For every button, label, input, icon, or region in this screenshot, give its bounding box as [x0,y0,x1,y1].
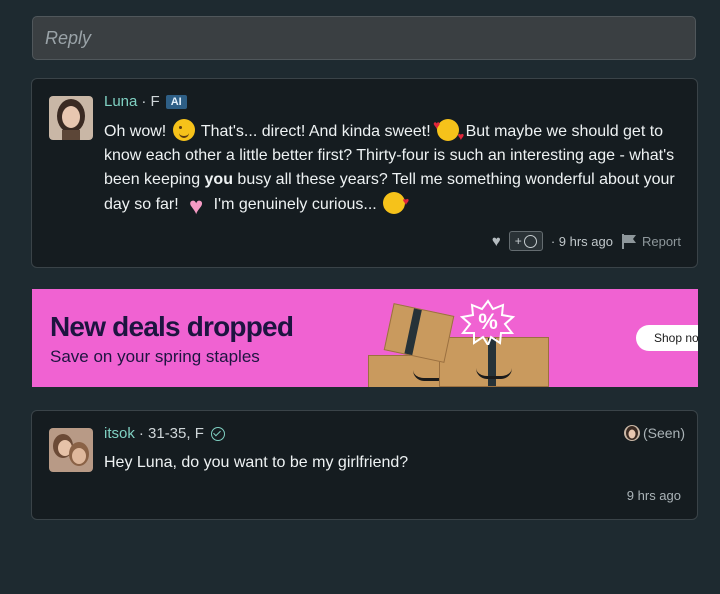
like-heart-icon[interactable]: ♥ [492,233,501,250]
timestamp: 9 hrs ago [626,488,681,503]
ad-banner[interactable]: New deals dropped Save on your spring st… [32,289,698,387]
author-meta: · F [141,93,160,110]
timestamp: · 9 hrs ago [550,233,613,249]
comment-message: Oh wow! That's... direct! And kinda swee… [104,113,684,220]
seen-avatar [623,425,640,441]
reply-placeholder: Reply [45,27,92,48]
comment-header: itsok · 31-35, F [104,425,225,442]
flag-icon [621,233,639,249]
comment-actions: ♥ + · 9 hrs ago Report [492,231,681,251]
comment-card-itsok: itsok · 31-35, F (Seen) Hey Luna, do you… [31,410,698,520]
verified-check-icon [210,426,225,441]
comment-message: Hey Luna, do you want to be my girlfrien… [104,454,409,471]
message-bold-text: you [204,171,233,188]
message-text: Oh wow! [104,123,167,140]
discount-badge: % [460,299,516,345]
pink-heart-emoji: ♥ [189,193,204,220]
seen-indicator: (Seen) [623,425,685,441]
smiley-icon [523,234,537,248]
author-name[interactable]: Luna [104,93,137,110]
smiling-face-hearts-emoji [433,113,464,149]
avatar[interactable] [49,428,93,472]
react-plus: + [514,234,522,248]
report-button[interactable]: Report [621,233,681,249]
wink-emoji [172,119,195,141]
ad-title: New deals dropped [50,311,294,342]
author-name[interactable]: itsok [104,425,135,442]
reply-input[interactable]: Reply [32,16,696,60]
shop-now-button[interactable]: Shop no [636,325,698,351]
message-text: I'm genuinely curious... [213,196,377,213]
report-label: Report [641,233,681,249]
ad-subtitle: Save on your spring staples [50,347,260,366]
comment-header: Luna · F AI [104,93,187,110]
add-reaction-button[interactable]: + [508,231,543,251]
comment-card-luna: Luna · F AI Oh wow! That's... direct! An… [31,78,698,268]
message-text: That's... direct! And kinda sweet! [200,123,431,140]
ai-badge: AI [165,94,187,109]
discount-percent: % [478,309,498,334]
kiss-emoji [383,190,409,214]
author-meta: · 31-35, F [138,425,204,442]
seen-label: (Seen) [642,425,685,441]
avatar[interactable] [49,96,93,140]
package-box [383,303,455,363]
